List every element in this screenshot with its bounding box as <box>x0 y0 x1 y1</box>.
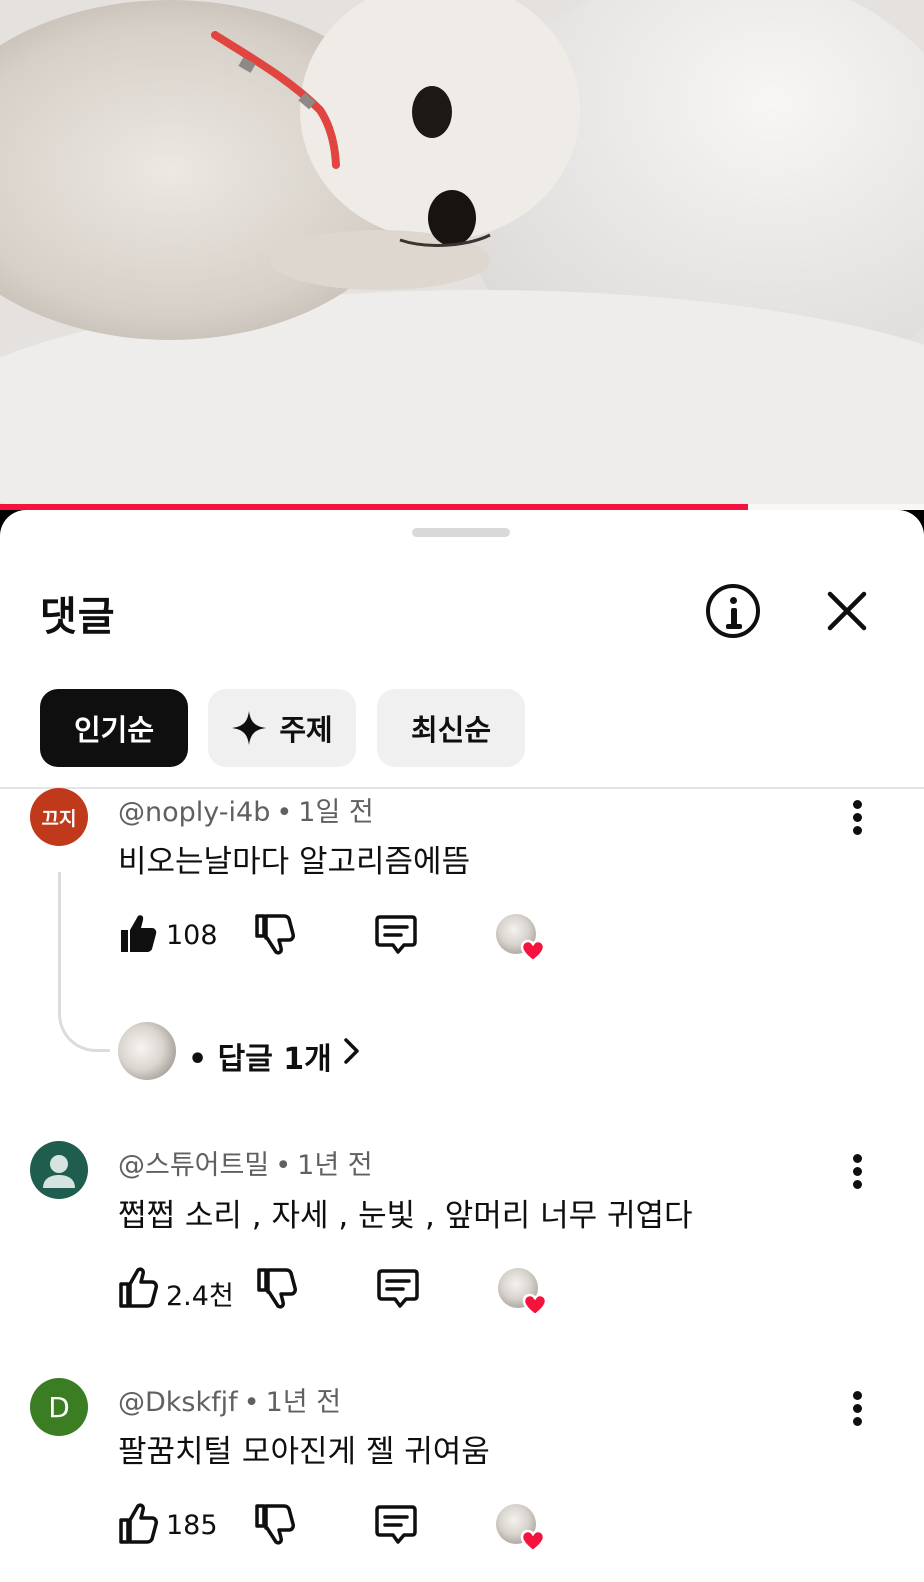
avatar[interactable] <box>30 1141 88 1199</box>
view-replies-button[interactable]: • 답글 1개 <box>118 1022 418 1082</box>
comment-time: 1년 전 <box>297 1150 373 1181</box>
reply-count: • 답글 1개 <box>188 1034 332 1078</box>
like-count: 2.4천 <box>166 1281 234 1312</box>
meta-separator: • <box>276 797 293 828</box>
like-count: 108 <box>166 920 218 951</box>
filter-chip-newest-label: 최신순 <box>410 713 492 747</box>
comment-time: 1일 전 <box>298 797 374 828</box>
comment-text: 비오는날마다 알고리즘에뜸 <box>118 844 471 880</box>
comment-author[interactable]: @스튜어트밀 <box>118 1150 269 1181</box>
drag-handle[interactable] <box>412 528 510 537</box>
close-icon[interactable] <box>822 586 872 636</box>
comment-meta: @Dkskfjf • 1년 전 <box>118 1380 341 1419</box>
heart-icon <box>520 1529 546 1553</box>
more-options-icon[interactable] <box>848 1391 868 1427</box>
comment-meta: @noply-i4b • 1일 전 <box>118 790 374 829</box>
reply-icon[interactable] <box>374 912 418 956</box>
more-options-icon[interactable] <box>848 1154 868 1190</box>
sparkle-icon <box>232 711 267 745</box>
reply-count-label: 답글 1개 <box>217 1042 332 1077</box>
video-frame <box>0 0 924 510</box>
comment-actions: 2.4천 <box>118 1266 578 1317</box>
comment-meta: @스튜어트밀 • 1년 전 <box>118 1143 373 1182</box>
video-player[interactable] <box>0 0 924 510</box>
heart-icon <box>522 1293 548 1317</box>
chevron-right-icon <box>344 1038 359 1064</box>
reply-icon[interactable] <box>376 1266 420 1310</box>
divider <box>0 787 924 789</box>
like-icon[interactable] <box>118 1266 158 1310</box>
dislike-icon[interactable] <box>256 1266 298 1310</box>
filter-chip-newest[interactable]: 최신순 <box>377 689 525 767</box>
default-avatar-icon <box>43 1155 75 1188</box>
comment-author[interactable]: @Dkskfjf <box>118 1387 238 1418</box>
avatar-label: D <box>48 1390 70 1424</box>
meta-separator: • <box>275 1150 292 1181</box>
comment-actions: 185 <box>118 1502 578 1553</box>
thread-line <box>58 872 110 1052</box>
dislike-icon[interactable] <box>254 1502 296 1546</box>
info-icon[interactable] <box>706 584 760 638</box>
meta-separator: • <box>243 1387 260 1418</box>
comment-text: 팔꿈치털 모아진게 젤 귀여움 <box>118 1434 490 1470</box>
avatar[interactable]: 끄지 <box>30 788 88 846</box>
filter-chip-top[interactable]: 인기순 <box>40 689 188 767</box>
comment-author[interactable]: @noply-i4b <box>118 797 270 828</box>
comment-time: 1년 전 <box>265 1387 342 1418</box>
reply-icon[interactable] <box>374 1502 418 1546</box>
avatar-label: 끄지 <box>41 807 77 830</box>
avatar[interactable]: D <box>30 1378 88 1436</box>
like-icon[interactable] <box>118 1502 158 1546</box>
panel-title: 댓글 <box>40 594 116 640</box>
filter-chip-topics[interactable]: 주제 <box>208 689 356 767</box>
filter-chip-topics-label: 주제 <box>279 713 333 747</box>
dislike-icon[interactable] <box>254 912 296 956</box>
comment-text: 쩝쩝 소리 , 자세 , 눈빛 , 앞머리 너무 귀엽다 <box>118 1198 693 1234</box>
heart-icon <box>520 939 546 963</box>
comment-actions: 108 <box>118 912 578 963</box>
comments-panel: 댓글 인기순 주제 최신순 끄지 @noply-i4b • 1일 전 비오는날마다 … <box>0 510 924 1582</box>
reply-separator: • <box>188 1042 208 1077</box>
filter-chip-top-label: 인기순 <box>73 713 155 747</box>
like-count: 185 <box>166 1510 218 1541</box>
like-filled-icon[interactable] <box>118 912 158 956</box>
reply-avatar <box>118 1022 176 1080</box>
more-options-icon[interactable] <box>848 800 868 836</box>
